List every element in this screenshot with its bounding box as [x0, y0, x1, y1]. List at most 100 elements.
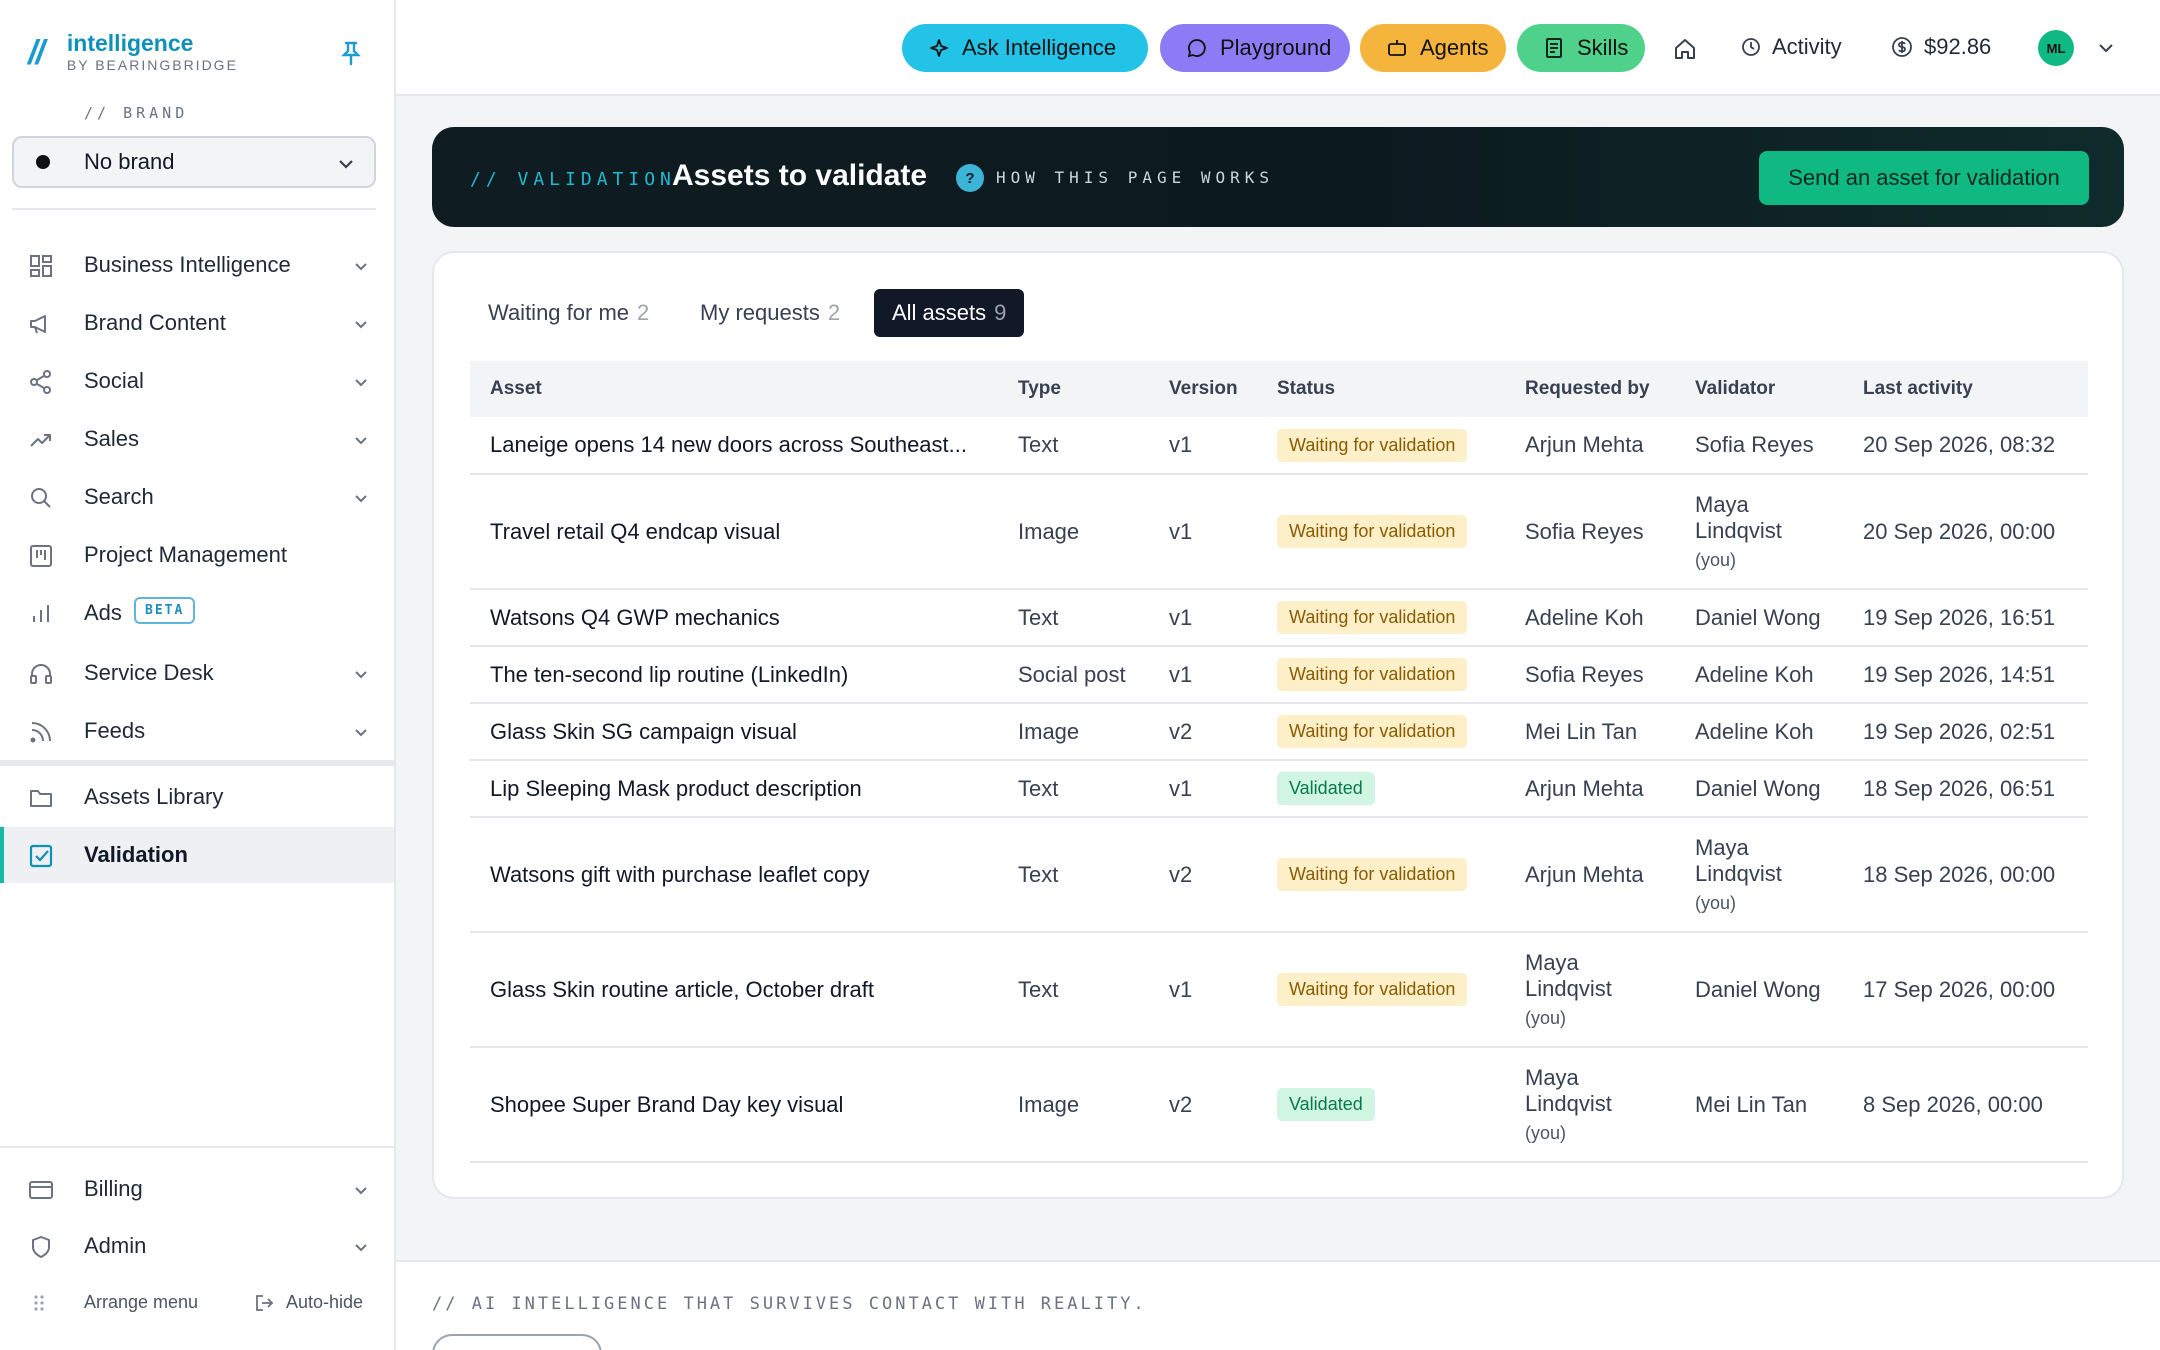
page-header: // VALIDATION Assets to validate ? HOW T… [432, 127, 2124, 227]
asset-cell[interactable]: Glass Skin routine article, October draf… [470, 932, 1018, 1048]
table-row[interactable]: Laneige opens 14 new doors across Southe… [470, 417, 2088, 475]
asset-cell[interactable]: The ten-second lip routine (LinkedIn) [470, 646, 1018, 704]
asset-cell[interactable]: Laneige opens 14 new doors across Southe… [470, 417, 1018, 475]
home-icon[interactable] [1672, 36, 1698, 62]
sidebar-item-label: Sales [84, 426, 140, 451]
type-cell-text: Text [1018, 775, 1059, 801]
sidebar-item-label: Search [84, 484, 154, 509]
version-cell: v1 [1169, 932, 1277, 1048]
column-header-validator[interactable]: Validator [1695, 361, 1863, 417]
last-activity-cell-text: 17 Sep 2026, 00:00 [1863, 976, 2056, 1002]
help-icon[interactable]: ? [956, 164, 984, 192]
sidebar-item-billing[interactable]: Billing [0, 1161, 394, 1217]
version-cell-text: v2 [1169, 1091, 1193, 1117]
status-cell: Waiting for validation [1277, 817, 1525, 933]
sidebar-item-brand-content[interactable]: Brand Content [0, 295, 394, 351]
table-row[interactable]: Watsons gift with purchase leaflet copy T… [470, 817, 2088, 933]
column-header-status[interactable]: Status [1277, 361, 1525, 417]
asset-cell-text: Watsons gift with purchase leaflet copy [490, 861, 870, 887]
you-label: (you) [1525, 1123, 1567, 1143]
avatar[interactable]: ML [2038, 30, 2074, 66]
app-name: intelligence [66, 30, 194, 56]
asset-cell[interactable]: Lip Sleeping Mask product description [470, 760, 1018, 818]
column-header-last-activity[interactable]: Last activity [1863, 361, 2088, 417]
column-header-version[interactable]: Version [1169, 361, 1277, 417]
last-activity-cell-text: 18 Sep 2026, 06:51 [1863, 775, 2056, 801]
validator-cell-text: Daniel Wong [1695, 775, 1821, 801]
table-row[interactable]: The ten-second lip routine (LinkedIn) Soc… [470, 646, 2088, 704]
table-row[interactable]: Glass Skin SG campaign visual Image v2 Wait… [470, 703, 2088, 761]
sidebar-item-sales[interactable]: Sales [0, 411, 394, 467]
table-row[interactable]: Glass Skin routine article, October draf… [470, 932, 2088, 1048]
sidebar-item-social[interactable]: Social [0, 353, 394, 409]
chevron-down-icon [355, 729, 367, 737]
arrange-menu-button[interactable]: Arrange menu [32, 1292, 198, 1313]
column-header-asset[interactable]: Asset [470, 361, 1018, 417]
sidebar-item-service-desk[interactable]: Service Desk [0, 645, 394, 701]
send-asset-for-validation-button[interactable]: Send an asset for validation [1759, 151, 2089, 205]
auto-hide-button[interactable]: Auto-hide [254, 1292, 363, 1313]
checkbox-icon [29, 844, 53, 868]
agents-button[interactable]: Agents [1360, 24, 1506, 72]
validator-cell: Daniel Wong [1695, 589, 1863, 647]
robot-icon [1388, 40, 1406, 56]
playground-button[interactable]: Playground [1160, 24, 1350, 72]
sidebar-item-validation[interactable]: Validation [0, 827, 394, 883]
version-cell-text: v1 [1169, 976, 1193, 1002]
column-header-type[interactable]: Type [1018, 361, 1169, 417]
chat-icon [1187, 39, 1206, 58]
chevron-down-icon[interactable] [2096, 38, 2116, 58]
logo-mark: // [28, 34, 45, 72]
brand-select[interactable]: No brand [12, 136, 376, 188]
pin-icon[interactable] [340, 40, 362, 66]
you-label: (you) [1525, 1008, 1567, 1028]
balance-button[interactable]: $92.86 [1890, 34, 1991, 60]
asset-cell[interactable]: Travel retail Q4 endcap visual [470, 474, 1018, 590]
validator-cell-text: Adeline Koh [1695, 661, 1814, 687]
asset-cell[interactable]: Glass Skin SG campaign visual [470, 703, 1018, 761]
version-cell-text: v2 [1169, 861, 1193, 887]
status-badge: Waiting for validation [1277, 858, 1468, 891]
table-row[interactable]: Shopee Super Brand Day key visual Image v2… [470, 1047, 2088, 1163]
sidebar-item-admin[interactable]: Admin [0, 1218, 394, 1274]
table-row[interactable]: Travel retail Q4 endcap visual Image v1 Wai… [470, 474, 2088, 590]
requested-by-cell: Adeline Koh [1525, 589, 1695, 647]
type-cell: Image [1018, 703, 1169, 761]
status-badge: Waiting for validation [1277, 515, 1468, 548]
tab-all-assets[interactable]: All assets 9 [874, 289, 1025, 337]
sidebar-item-search[interactable]: Search [0, 469, 394, 525]
sidebar-item-ads[interactable]: Ads BETA [0, 585, 394, 641]
activity-button[interactable]: Activity [1740, 34, 1842, 60]
sidebar-item-feeds[interactable]: Feeds [0, 703, 394, 759]
card-icon [29, 1181, 53, 1199]
asset-cell[interactable]: Shopee Super Brand Day key visual [470, 1047, 1018, 1163]
tab-waiting-for-me[interactable]: Waiting for me 2 [470, 289, 667, 337]
how-this-page-works-link[interactable]: HOW THIS PAGE WORKS [996, 168, 1274, 187]
asset-cell[interactable]: Watsons gift with purchase leaflet copy [470, 817, 1018, 933]
table-row[interactable]: Lip Sleeping Mask product description Tex… [470, 760, 2088, 818]
divider [12, 208, 376, 210]
requested-by-cell: Arjun Mehta [1525, 417, 1695, 475]
sidebar-item-label: Business Intelligence [84, 252, 291, 277]
brand-label: // BRAND [84, 104, 189, 122]
sidebar-item-assets-library[interactable]: Assets Library [0, 769, 394, 825]
column-header-requested-by[interactable]: Requested by [1525, 361, 1695, 417]
validator-cell-text: Daniel Wong [1695, 604, 1821, 630]
tab-my-requests[interactable]: My requests 2 [682, 289, 858, 337]
chevron-down-icon [355, 263, 367, 271]
kanban-icon [30, 545, 52, 567]
brand-value: No brand [84, 149, 175, 174]
footer-button[interactable] [432, 1334, 602, 1350]
asset-cell[interactable]: Watsons Q4 GWP mechanics [470, 589, 1018, 647]
app-logo[interactable]: // intelligence BY BEARINGBRIDGE [28, 30, 238, 74]
sidebar-item-business-intelligence[interactable]: Business Intelligence [0, 237, 394, 293]
requested-by-cell: Sofia Reyes [1525, 474, 1695, 590]
ask-intelligence-button[interactable]: Ask Intelligence [902, 24, 1148, 72]
skills-button[interactable]: Skills [1517, 24, 1645, 72]
last-activity-cell-text: 18 Sep 2026, 00:00 [1863, 861, 2056, 887]
table-row[interactable]: Watsons Q4 GWP mechanics Text v1 Waiting fo… [470, 589, 2088, 647]
clock-icon [1742, 38, 1760, 56]
last-activity-cell-text: 19 Sep 2026, 02:51 [1863, 718, 2056, 744]
status-badge: Validated [1277, 1088, 1375, 1121]
sidebar-item-project-management[interactable]: Project Management [0, 527, 394, 583]
